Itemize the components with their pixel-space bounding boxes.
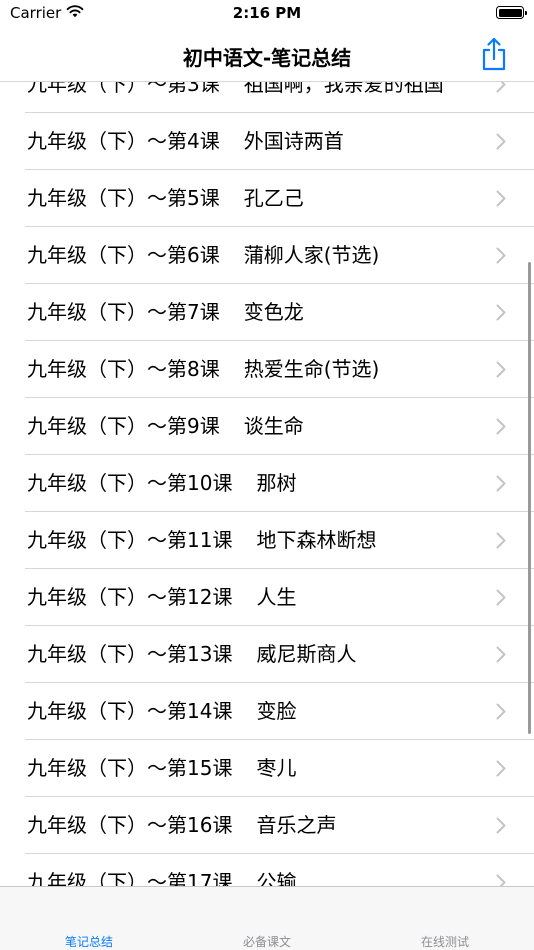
battery-icon [496, 6, 527, 19]
list-item-lesson: 九年级（下）～第6课 [27, 243, 220, 267]
list-item-label: 九年级（下）～第9课 谈生命 [27, 398, 304, 455]
list-item[interactable]: 九年级（下）～第17课 公输 [0, 854, 534, 886]
list-item-title: 孔乙己 [243, 186, 304, 210]
chevron-right-icon [496, 418, 506, 435]
list-item-label: 九年级（下）～第17课 公输 [27, 854, 296, 886]
list-item-lesson: 九年级（下）～第9课 [27, 414, 220, 438]
list-item-lesson: 九年级（下）～第10课 [27, 471, 233, 495]
chevron-right-icon [496, 361, 506, 378]
scroll-indicator [528, 262, 531, 734]
tab-bar: 笔记总结 必备课文 在线测试 [0, 886, 534, 950]
list-item-title: 人生 [256, 585, 297, 609]
list-item-title: 变脸 [256, 699, 297, 723]
chevron-right-icon [496, 874, 506, 886]
list-item-label: 九年级（下）～第14课 变脸 [27, 683, 296, 740]
list-item[interactable]: 九年级（下）～第11课 地下森林断想 [0, 512, 534, 569]
chevron-right-icon [496, 304, 506, 321]
list-item[interactable]: 九年级（下）～第13课 威尼斯商人 [0, 626, 534, 683]
share-icon [482, 37, 506, 71]
chevron-right-icon [496, 190, 506, 207]
list-item-label: 九年级（下）～第15课 枣儿 [27, 740, 296, 797]
list-item-label: 九年级（下）～第6课 蒲柳人家(节选) [27, 227, 379, 284]
list-item-lesson: 九年级（下）～第4课 [27, 129, 220, 153]
list-item-title: 蒲柳人家(节选) [243, 243, 380, 267]
list-item-lesson: 九年级（下）～第12课 [27, 585, 233, 609]
list-item-label: 九年级（下）～第16课 音乐之声 [27, 797, 336, 854]
chevron-right-icon [496, 703, 506, 720]
list-item-lesson: 九年级（下）～第11课 [27, 528, 233, 552]
list-item[interactable]: 九年级（下）～第14课 变脸 [0, 683, 534, 740]
page-title: 初中语文-笔记总结 [182, 46, 352, 70]
list-item-lesson: 九年级（下）～第7课 [27, 300, 220, 324]
list-item-lesson: 九年级（下）～第5课 [27, 186, 220, 210]
list-item-title: 威尼斯商人 [256, 642, 357, 666]
list-item[interactable]: 九年级（下）～第4课 外国诗两首 [0, 113, 534, 170]
list-item-title: 枣儿 [256, 756, 297, 780]
chevron-right-icon [496, 532, 506, 549]
list-item[interactable]: 九年级（下）～第12课 人生 [0, 569, 534, 626]
chevron-right-icon [496, 646, 506, 663]
list-item-title: 地下森林断想 [256, 528, 377, 552]
navigation-bar: 初中语文-笔记总结 [0, 28, 534, 82]
list-item-label: 九年级（下）～第7课 变色龙 [27, 284, 304, 341]
list-item-lesson: 九年级（下）～第16课 [27, 813, 233, 837]
list-item-title: 祖国啊，我亲爱的祖国 [243, 82, 444, 96]
tab-notes-summary[interactable]: 笔记总结 [0, 887, 178, 950]
share-button[interactable] [478, 36, 510, 72]
list-item-lesson: 九年级（下）～第15课 [27, 756, 233, 780]
list-item-title: 音乐之声 [256, 813, 337, 837]
list-item-label: 九年级（下）～第4课 外国诗两首 [27, 113, 344, 170]
list-item-lesson: 九年级（下）～第17课 [27, 870, 233, 886]
list-item[interactable]: 九年级（下）～第3课 祖国啊，我亲爱的祖国 [0, 82, 534, 113]
list-item-lesson: 九年级（下）～第3课 [27, 82, 220, 96]
list-item[interactable]: 九年级（下）～第8课 热爱生命(节选) [0, 341, 534, 398]
list-item[interactable]: 九年级（下）～第16课 音乐之声 [0, 797, 534, 854]
list-item[interactable]: 九年级（下）～第5课 孔乙己 [0, 170, 534, 227]
lesson-list[interactable]: 九年级（下）～第3课 祖国啊，我亲爱的祖国 九年级（下）～第4课 外国诗两首 九年级… [0, 82, 534, 886]
tab-label: 在线测试 [420, 935, 469, 949]
chevron-right-icon [496, 475, 506, 492]
list-item-title: 那树 [256, 471, 297, 495]
list-item-title: 谈生命 [243, 414, 304, 438]
chevron-right-icon [496, 247, 506, 264]
tab-required-texts[interactable]: 必备课文 [178, 887, 356, 950]
list-item[interactable]: 九年级（下）～第9课 谈生命 [0, 398, 534, 455]
chevron-right-icon [496, 589, 506, 606]
status-time: 2:16 PM [232, 4, 302, 22]
list-item-title: 公输 [256, 870, 297, 886]
list-item-label: 九年级（下）～第13课 威尼斯商人 [27, 626, 356, 683]
list-item[interactable]: 九年级（下）～第15课 枣儿 [0, 740, 534, 797]
list-item-title: 热爱生命(节选) [243, 357, 380, 381]
list-item[interactable]: 九年级（下）～第7课 变色龙 [0, 284, 534, 341]
chevron-right-icon [496, 760, 506, 777]
tab-label: 笔记总结 [64, 935, 113, 949]
list-item-label: 九年级（下）～第12课 人生 [27, 569, 296, 626]
list-item-label: 九年级（下）～第11课 地下森林断想 [27, 512, 376, 569]
tab-label: 必备课文 [242, 935, 291, 949]
list-item[interactable]: 九年级（下）～第10课 那树 [0, 455, 534, 512]
list-item-lesson: 九年级（下）～第8课 [27, 357, 220, 381]
list-item-label: 九年级（下）～第8课 热爱生命(节选) [27, 341, 379, 398]
list-item[interactable]: 九年级（下）～第6课 蒲柳人家(节选) [0, 227, 534, 284]
tab-online-test[interactable]: 在线测试 [356, 887, 534, 950]
list-item-label: 九年级（下）～第10课 那树 [27, 455, 296, 512]
chevron-right-icon [496, 82, 506, 93]
list-item-label: 九年级（下）～第5课 孔乙己 [27, 170, 304, 227]
chevron-right-icon [496, 133, 506, 150]
list-item-label: 九年级（下）～第3课 祖国啊，我亲爱的祖国 [27, 82, 444, 113]
lesson-list-content: 九年级（下）～第3课 祖国啊，我亲爱的祖国 九年级（下）～第4课 外国诗两首 九年级… [0, 82, 534, 886]
list-item-title: 外国诗两首 [243, 129, 344, 153]
list-item-lesson: 九年级（下）～第14课 [27, 699, 233, 723]
list-item-title: 变色龙 [243, 300, 304, 324]
list-item-lesson: 九年级（下）～第13课 [27, 642, 233, 666]
status-bar: Carrier 2:16 PM [0, 0, 534, 28]
chevron-right-icon [496, 817, 506, 834]
